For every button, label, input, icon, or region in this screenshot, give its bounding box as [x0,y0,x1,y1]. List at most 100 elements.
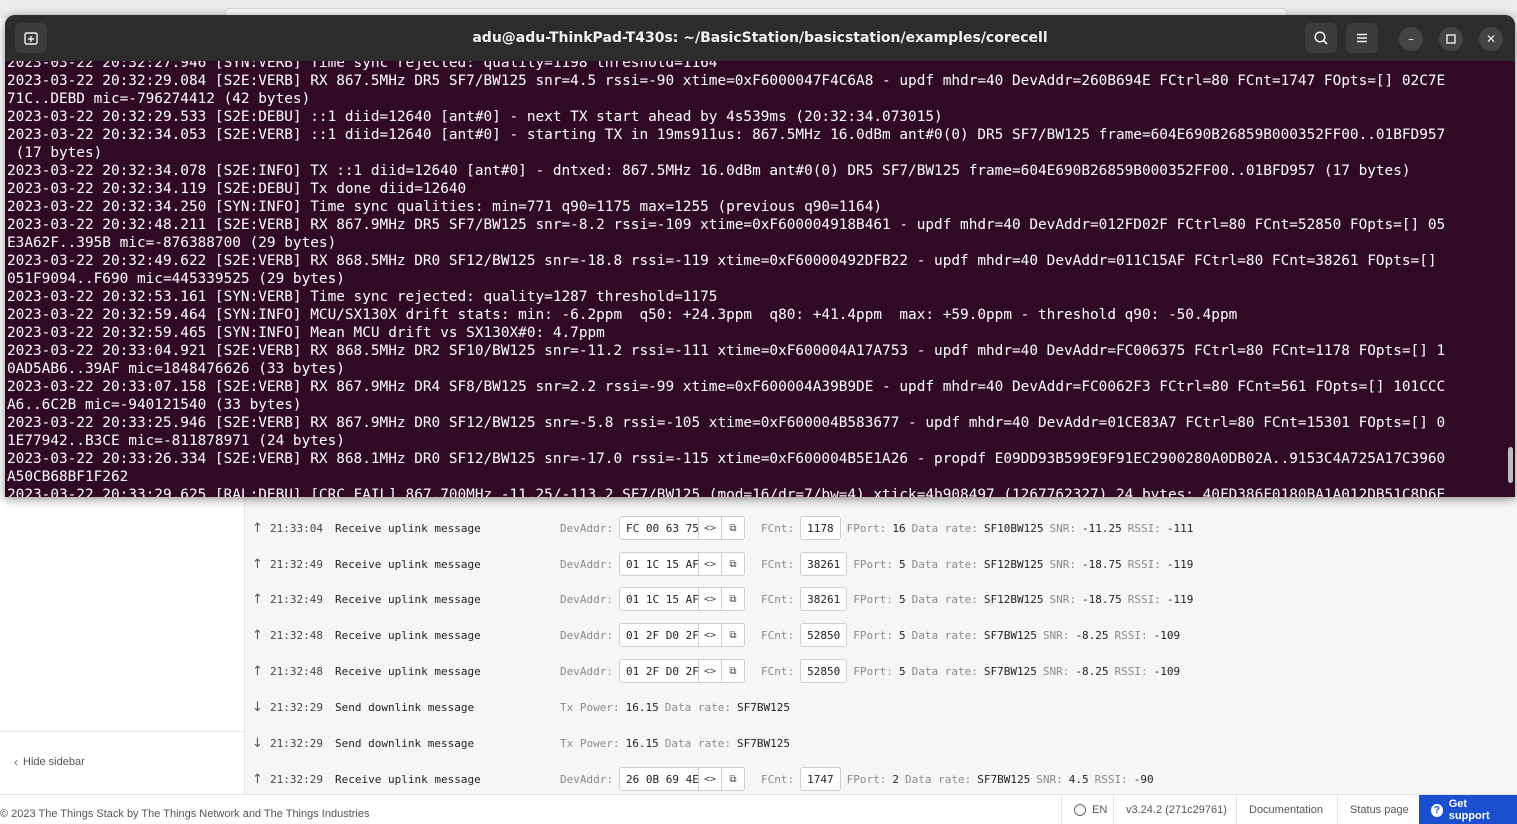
event-row[interactable]: ↑ 21:32:49 Receive uplink message DevAddr: 0… [246,546,1517,582]
devaddr-value[interactable]: 01 1C 15 AF [618,552,699,576]
data-rate-value: SF12BW125 [983,557,1044,571]
terminal-line: 2023-03-22 20:32:29.533 [S2E:DEBU] ::1 d… [7,109,943,125]
help-icon: ? [1431,803,1443,817]
event-details: DevAddr: 01 1C 15 AF <> ⧉ FCnt: 38261 FPort: 5 D… [560,546,1193,582]
devaddr-field[interactable]: 01 1C 15 AF <> ⧉ [618,552,745,576]
maximize-button[interactable] [1439,27,1463,51]
terminal-line: 2023-03-22 20:33:25.946 [S2E:VERB] RX 86… [7,415,1446,431]
tx-power-label: Tx Power: [560,736,620,750]
live-data-events: ↑ 21:33:04 Receive uplink message DevAddr: F… [246,510,1517,794]
fport-label: FPort: [846,521,887,535]
version-info: v3.24.2 (271c29761) [1113,795,1239,824]
toggle-format-button[interactable]: <> [698,552,722,576]
event-time: 21:32:29 [270,700,323,714]
event-row[interactable]: ↑ 21:32:48 Receive uplink message DevAddr: 0… [246,617,1517,653]
toggle-format-button[interactable]: <> [698,516,722,540]
rssi-value: -119 [1166,557,1194,571]
devaddr-value[interactable]: 01 2F D0 2F [618,659,699,683]
fcnt-label: FCnt: [760,557,795,571]
devaddr-label: DevAddr: [560,521,613,535]
devaddr-label: DevAddr: [560,628,613,642]
event-row[interactable]: ↓ 21:32:29 Send downlink message Tx Power: 1… [246,725,1517,761]
minimize-button[interactable]: – [1399,27,1423,51]
terminal-scrollbar[interactable] [1508,447,1513,483]
copy-button[interactable]: ⧉ [721,552,745,576]
search-button[interactable] [1305,23,1337,53]
code-brackets-icon: <> [703,593,716,605]
event-time: 21:32:29 [270,736,323,750]
uplink-arrow-icon: ↑ [252,627,263,643]
devaddr-value[interactable]: 26 0B 69 4E [618,767,699,791]
rssi-label: RSSI: [1127,592,1161,606]
menu-button[interactable] [1346,23,1378,53]
devaddr-field[interactable]: 26 0B 69 4E <> ⧉ [618,767,745,791]
documentation-link[interactable]: Documentation [1236,795,1335,824]
data-rate-label: Data rate: [911,557,978,571]
hide-sidebar-button[interactable]: ‹ Hide sidebar [14,755,85,769]
rssi-label: RSSI: [1127,521,1161,535]
event-time: 21:32:49 [270,557,323,571]
terminal-output[interactable]: 2023-03-22 20:32:27.946 [SYN:VERB] Time … [5,61,1515,497]
event-type: Receive uplink message [335,557,481,571]
fcnt-label: FCnt: [760,521,795,535]
event-row[interactable]: ↑ 21:32:49 Receive uplink message DevAddr: 0… [246,581,1517,617]
event-details: DevAddr: 26 0B 69 4E <> ⧉ FCnt: 1747 FPort: 2 Da… [560,761,1154,797]
toggle-format-button[interactable]: <> [698,587,722,611]
copy-button[interactable]: ⧉ [721,623,745,647]
copy-button[interactable]: ⧉ [721,767,745,791]
devaddr-field[interactable]: FC 00 63 75 <> ⧉ [618,516,745,540]
downlink-arrow-icon: ↓ [252,699,263,715]
fcnt-label: FCnt: [760,664,795,678]
copy-button[interactable]: ⧉ [721,659,745,683]
copy-icon: ⧉ [729,558,737,570]
data-rate-value: SF7BW125 [983,628,1037,642]
event-details: DevAddr: 01 2F D0 2F <> ⧉ FCnt: 52850 FPort: 5 D… [560,617,1180,653]
devaddr-value[interactable]: 01 2F D0 2F [618,623,699,647]
fcnt-value: 38261 [800,552,848,576]
event-details: DevAddr: 01 1C 15 AF <> ⧉ FCnt: 38261 FPort: 5 D… [560,581,1193,617]
get-support-button[interactable]: ? Get support [1419,795,1517,824]
toggle-format-button[interactable]: <> [698,623,722,647]
terminal-window[interactable]: 2023-03-22 20:32:27.946 [SYN:VERB] Time … [5,15,1515,497]
data-rate-value: SF7BW125 [983,664,1037,678]
devaddr-field[interactable]: 01 2F D0 2F <> ⧉ [618,659,745,683]
maximize-icon [1446,34,1456,44]
fcnt-value: 38261 [800,587,848,611]
toggle-format-button[interactable]: <> [698,767,722,791]
terminal-line: 2023-03-22 20:32:34.078 [S2E:INFO] TX ::… [7,163,1411,179]
close-button[interactable]: ✕ [1479,27,1503,51]
event-row[interactable]: ↑ 21:33:04 Receive uplink message DevAddr: F… [246,510,1517,546]
hide-sidebar-label: Hide sidebar [23,756,85,768]
language-selector[interactable]: EN [1061,795,1119,824]
data-rate-label: Data rate: [911,521,978,535]
terminal-line: 2023-03-22 20:32:48.211 [S2E:VERB] RX 86… [7,217,1446,233]
event-row[interactable]: ↑ 21:32:48 Receive uplink message DevAddr: 0… [246,653,1517,689]
terminal-line: E3A62F..395B mic=-876388700 (29 bytes) [7,235,337,251]
terminal-line: 2023-03-22 20:32:29.084 [S2E:VERB] RX 86… [7,73,1446,89]
event-row[interactable]: ↓ 21:32:29 Send downlink message Tx Power: 1… [246,689,1517,725]
minimize-icon: – [1408,32,1414,46]
event-row[interactable]: ↑ 21:32:29 Receive uplink message DevAddr: 2… [246,761,1517,797]
chevron-left-icon: ‹ [14,755,18,769]
event-type: Receive uplink message [335,592,481,606]
uplink-arrow-icon: ↑ [252,771,263,787]
copy-icon: ⧉ [729,773,737,785]
devaddr-field[interactable]: 01 1C 15 AF <> ⧉ [618,587,745,611]
copy-button[interactable]: ⧉ [721,587,745,611]
copy-button[interactable]: ⧉ [721,516,745,540]
terminal-titlebar[interactable]: adu@adu-ThinkPad-T430s: ~/BasicStation/b… [5,15,1515,61]
snr-label: SNR: [1042,628,1070,642]
terminal-line: 2023-03-22 20:32:34.119 [S2E:DEBU] Tx do… [7,181,467,197]
devaddr-value[interactable]: 01 1C 15 AF [618,587,699,611]
fport-value: 5 [898,628,906,642]
devaddr-label: DevAddr: [560,772,613,786]
terminal-lines: 2023-03-22 20:32:27.946 [SYN:VERB] Time … [7,61,1507,497]
devaddr-value[interactable]: FC 00 63 75 [618,516,699,540]
rssi-value: -119 [1166,592,1194,606]
uplink-arrow-icon: ↑ [252,556,263,572]
data-rate-value: SF10BW125 [983,521,1044,535]
toggle-format-button[interactable]: <> [698,659,722,683]
rssi-value: -109 [1153,664,1181,678]
devaddr-field[interactable]: 01 2F D0 2F <> ⧉ [618,623,745,647]
status-page-link[interactable]: Status page [1337,795,1421,824]
